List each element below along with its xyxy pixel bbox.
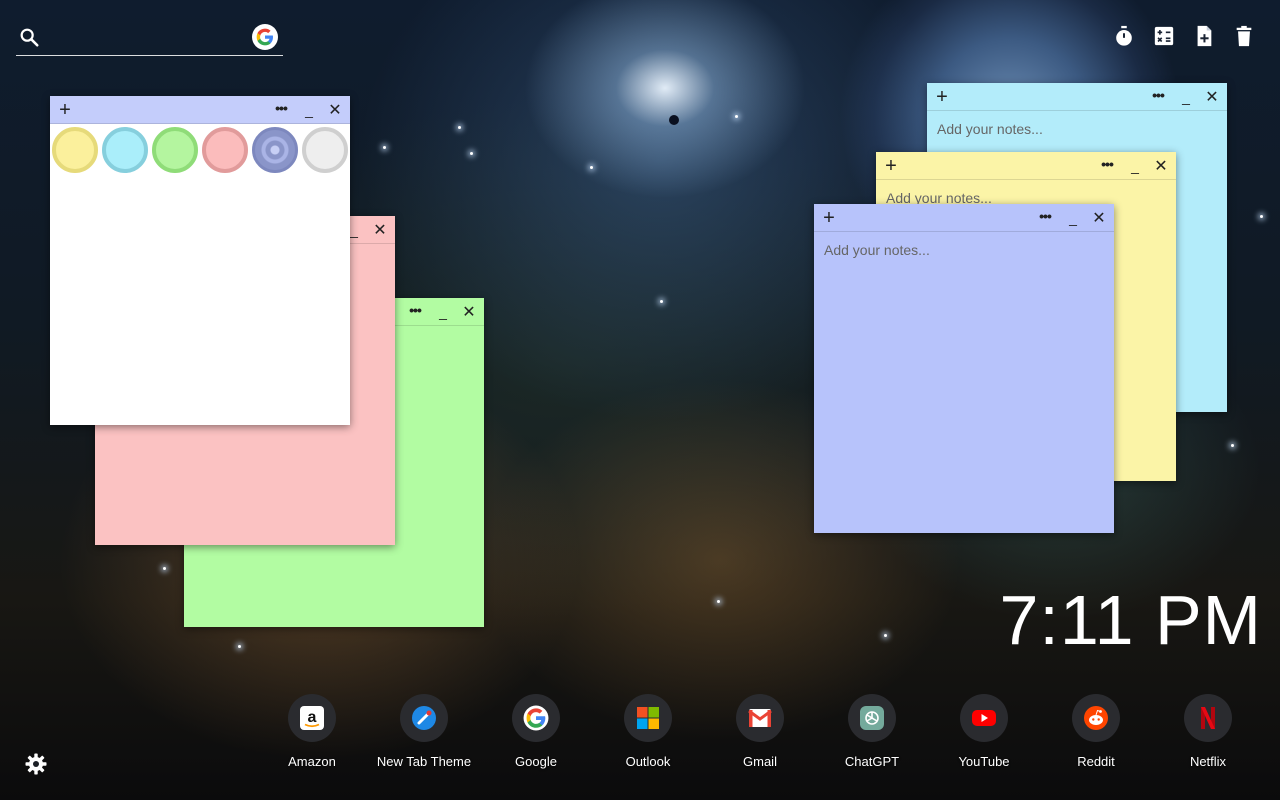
sticky-note-white: + ••• _ ✕ <box>50 96 350 425</box>
star-decoration <box>458 126 461 129</box>
add-note-icon[interactable] <box>1192 24 1216 48</box>
star-decoration <box>884 634 887 637</box>
more-options-icon[interactable]: ••• <box>1034 204 1056 228</box>
add-note-icon[interactable]: + <box>880 154 902 178</box>
svg-text:a: a <box>308 709 317 726</box>
gear-icon[interactable] <box>24 752 48 776</box>
netflix-icon <box>1184 694 1232 742</box>
star-decoration <box>1231 444 1234 447</box>
color-swatch-blue[interactable] <box>102 127 148 173</box>
google-icon <box>512 694 560 742</box>
search-icon[interactable] <box>18 26 40 48</box>
new-tab-theme-icon <box>400 694 448 742</box>
note-toolbar: + ••• _ ✕ <box>50 96 350 124</box>
close-icon[interactable]: ✕ <box>458 300 480 324</box>
note-toolbar: + ••• _ ✕ <box>927 83 1227 111</box>
close-icon[interactable]: ✕ <box>1088 206 1110 230</box>
color-swatch-green[interactable] <box>152 127 198 173</box>
shortcut-label: Amazon <box>288 754 336 769</box>
star-decoration <box>383 146 386 149</box>
note-toolbar: + ••• _ ✕ <box>814 204 1114 232</box>
shortcut-new-tab-theme[interactable]: New Tab Theme <box>368 694 480 774</box>
shortcut-label: Netflix <box>1189 754 1227 769</box>
star-decoration <box>163 567 166 570</box>
more-options-icon[interactable]: ••• <box>270 96 292 120</box>
gmail-icon <box>736 694 784 742</box>
star-decoration <box>660 300 663 303</box>
shortcut-label: Gmail <box>743 754 777 769</box>
color-picker <box>50 125 350 175</box>
clock: 7:11 PM <box>999 581 1262 659</box>
shortcut-label: New Tab Theme <box>376 754 472 769</box>
shortcut-label: YouTube <box>958 754 1010 769</box>
outlook-icon <box>624 694 672 742</box>
color-swatch-pink[interactable] <box>202 127 248 173</box>
color-swatch-yellow[interactable] <box>52 127 98 173</box>
amazon-icon: a <box>288 694 336 742</box>
reddit-icon <box>1072 694 1120 742</box>
add-note-icon[interactable]: + <box>818 206 840 230</box>
search-bar <box>16 20 283 56</box>
shortcut-label: ChatGPT <box>844 754 900 769</box>
minimize-icon[interactable]: _ <box>298 98 320 122</box>
note-toolbar: + ••• _ ✕ <box>876 152 1176 180</box>
star-decoration <box>590 166 593 169</box>
minimize-icon[interactable]: _ <box>1175 85 1197 109</box>
shortcut-chatgpt[interactable]: ChatGPT <box>816 694 928 774</box>
add-note-icon[interactable]: + <box>54 98 76 122</box>
close-icon[interactable]: ✕ <box>324 98 346 122</box>
more-options-icon[interactable]: ••• <box>404 298 426 322</box>
shortcut-netflix[interactable]: Netflix <box>1152 694 1264 774</box>
color-swatch-lavender-selected[interactable] <box>252 127 298 173</box>
planet-decoration <box>669 115 679 125</box>
shortcut-google[interactable]: Google <box>480 694 592 774</box>
shortcut-gmail[interactable]: Gmail <box>704 694 816 774</box>
star-decoration <box>1260 215 1263 218</box>
shortcut-outlook[interactable]: Outlook <box>592 694 704 774</box>
google-icon[interactable] <box>252 24 278 50</box>
star-decoration <box>735 115 738 118</box>
color-swatch-white[interactable] <box>302 127 348 173</box>
more-options-icon[interactable]: ••• <box>1147 83 1169 107</box>
search-input[interactable] <box>54 26 244 50</box>
star-decoration <box>470 152 473 155</box>
calculator-icon[interactable] <box>1152 24 1176 48</box>
note-textarea[interactable] <box>814 233 1114 533</box>
close-icon[interactable]: ✕ <box>1150 154 1172 178</box>
shortcut-youtube[interactable]: YouTube <box>928 694 1040 774</box>
shortcut-label: Outlook <box>625 754 671 769</box>
timer-icon[interactable] <box>1112 24 1136 48</box>
trash-icon[interactable] <box>1232 24 1256 48</box>
minimize-icon[interactable]: _ <box>1124 154 1146 178</box>
chatgpt-icon <box>848 694 896 742</box>
more-options-icon[interactable]: ••• <box>1096 152 1118 176</box>
shortcut-label: Reddit <box>1077 754 1115 769</box>
shortcut-amazon[interactable]: a Amazon <box>256 694 368 774</box>
shortcut-reddit[interactable]: Reddit <box>1040 694 1152 774</box>
add-note-icon[interactable]: + <box>931 85 953 109</box>
close-icon[interactable]: ✕ <box>1201 85 1223 109</box>
star-decoration <box>717 600 720 603</box>
minimize-icon[interactable]: _ <box>1062 206 1084 230</box>
shortcut-label: Google <box>515 754 557 769</box>
star-decoration <box>238 645 241 648</box>
close-icon[interactable]: ✕ <box>369 218 391 242</box>
sticky-note-lavender: + ••• _ ✕ <box>814 204 1114 533</box>
youtube-icon <box>960 694 1008 742</box>
minimize-icon[interactable]: _ <box>432 300 454 324</box>
